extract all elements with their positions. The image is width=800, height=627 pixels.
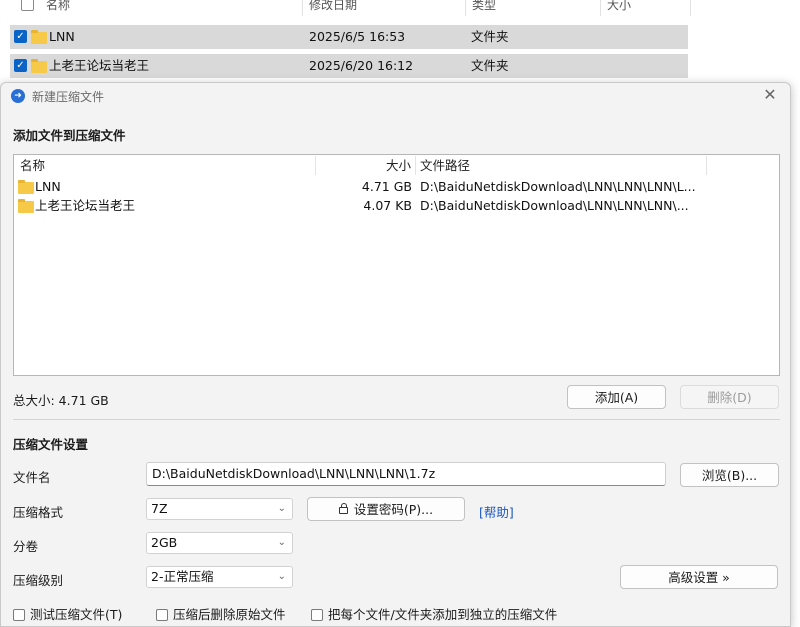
- new-archive-dialog: ➜ 新建压缩文件 ✕ 添加文件到压缩文件 名称 大小 文件路径 LNN 4.71…: [0, 82, 791, 627]
- app-logo-icon: ➜: [11, 89, 25, 103]
- split-select-value: 2GB: [151, 535, 178, 550]
- set-password-label: 设置密码(P)...: [353, 502, 434, 517]
- file-list-row-path: D:\BaiduNetdiskDownload\LNN\LNN\LNN\...: [420, 198, 689, 213]
- explorer-row-type: 文件夹: [471, 29, 509, 44]
- browse-button[interactable]: 浏览(B)...: [680, 463, 779, 487]
- test-archive-label: 测试压缩文件(T): [30, 607, 123, 622]
- delete-after-checkbox[interactable]: [156, 609, 168, 621]
- explorer-col-size[interactable]: 大小: [607, 0, 631, 18]
- file-list-col-size[interactable]: 大小: [386, 155, 411, 176]
- dialog-titlebar[interactable]: ➜ 新建压缩文件 ✕: [1, 83, 790, 109]
- add-button[interactable]: 添加(A): [567, 385, 666, 409]
- dialog-title: 新建压缩文件: [32, 90, 105, 104]
- filename-input[interactable]: D:\BaiduNetdiskDownload\LNN\LNN\LNN\1.7z: [146, 462, 666, 486]
- explorer-row[interactable]: ✓ 上老王论坛当老王 2025/6/20 16:12 文件夹: [10, 54, 688, 78]
- separate-archives-option[interactable]: 把每个文件/文件夹添加到独立的压缩文件: [311, 604, 557, 623]
- separate-archives-checkbox[interactable]: [311, 609, 323, 621]
- delete-after-option[interactable]: 压缩后删除原始文件: [156, 604, 286, 623]
- file-explorer-background: 名称 修改日期 类型 大小 ✓ LNN 2025/6/5 16:53 文件夹 ✓…: [0, 0, 800, 82]
- split-select[interactable]: 2GB ⌄: [146, 532, 293, 554]
- format-select[interactable]: 7Z ⌄: [146, 498, 293, 520]
- explorer-col-type[interactable]: 类型: [472, 0, 496, 18]
- folder-icon: [31, 59, 47, 73]
- test-archive-checkbox[interactable]: [13, 609, 25, 621]
- file-list-row-path: D:\BaiduNetdiskDownload\LNN\LNN\LNN\L...: [420, 179, 696, 194]
- checkmark-icon[interactable]: ✓: [14, 59, 27, 72]
- test-archive-option[interactable]: 测试压缩文件(T): [13, 604, 122, 623]
- file-list-row[interactable]: LNN 4.71 GB D:\BaiduNetdiskDownload\LNN\…: [14, 177, 779, 197]
- format-label: 压缩格式: [13, 505, 64, 520]
- explorer-col-name[interactable]: 名称: [46, 0, 70, 18]
- archive-settings-section-title: 压缩文件设置: [13, 437, 89, 452]
- file-list-col-path[interactable]: 文件路径: [420, 155, 470, 176]
- file-list-row[interactable]: 上老王论坛当老王 4.07 KB D:\BaiduNetdiskDownload…: [14, 196, 779, 216]
- delete-button[interactable]: 删除(D): [680, 385, 779, 409]
- chevron-down-icon: ⌄: [277, 503, 286, 514]
- close-icon[interactable]: ✕: [760, 85, 780, 105]
- select-all-checkbox[interactable]: [21, 0, 34, 11]
- folder-icon: [18, 199, 34, 213]
- compression-level-select[interactable]: 2-正常压缩 ⌄: [146, 566, 293, 588]
- explorer-column-header: 名称 修改日期 类型 大小: [0, 0, 692, 18]
- set-password-button[interactable]: 设置密码(P)...: [307, 497, 465, 521]
- compression-level-label: 压缩级别: [13, 573, 64, 588]
- total-size-label: 总大小: 4.71 GB: [13, 393, 109, 408]
- file-list-row-name: LNN: [35, 179, 61, 194]
- folder-icon: [18, 180, 34, 194]
- explorer-row-date: 2025/6/20 16:12: [309, 58, 414, 73]
- folder-icon: [31, 30, 47, 44]
- format-select-value: 7Z: [151, 501, 168, 516]
- separate-archives-label: 把每个文件/文件夹添加到独立的压缩文件: [328, 607, 558, 622]
- explorer-row-name: LNN: [49, 29, 75, 44]
- explorer-row[interactable]: ✓ LNN 2025/6/5 16:53 文件夹: [10, 25, 688, 49]
- file-list-row-size: 4.71 GB: [361, 179, 412, 194]
- checkmark-icon[interactable]: ✓: [14, 30, 27, 43]
- filename-label: 文件名: [13, 470, 51, 485]
- archive-file-list[interactable]: 名称 大小 文件路径 LNN 4.71 GB D:\BaiduNetdiskDo…: [13, 154, 780, 376]
- section-divider: [13, 419, 780, 420]
- file-list-header: 名称 大小 文件路径: [14, 155, 779, 175]
- file-list-row-name: 上老王论坛当老王: [35, 198, 136, 213]
- file-list-col-name[interactable]: 名称: [20, 155, 45, 176]
- split-label: 分卷: [13, 539, 39, 554]
- lock-icon: [338, 503, 348, 514]
- help-link[interactable]: [帮助]: [479, 502, 514, 521]
- file-list-row-size: 4.07 KB: [363, 198, 412, 213]
- explorer-col-date[interactable]: 修改日期: [309, 0, 357, 18]
- add-files-section-title: 添加文件到压缩文件: [13, 128, 126, 143]
- explorer-row-type: 文件夹: [471, 58, 509, 73]
- compression-level-value: 2-正常压缩: [151, 569, 214, 584]
- explorer-row-name: 上老王论坛当老王: [49, 58, 150, 73]
- delete-after-label: 压缩后删除原始文件: [173, 607, 286, 622]
- explorer-row-date: 2025/6/5 16:53: [309, 29, 406, 44]
- chevron-down-icon: ⌄: [277, 537, 286, 548]
- chevron-down-icon: ⌄: [277, 571, 286, 582]
- advanced-settings-button[interactable]: 高级设置 »: [620, 565, 778, 589]
